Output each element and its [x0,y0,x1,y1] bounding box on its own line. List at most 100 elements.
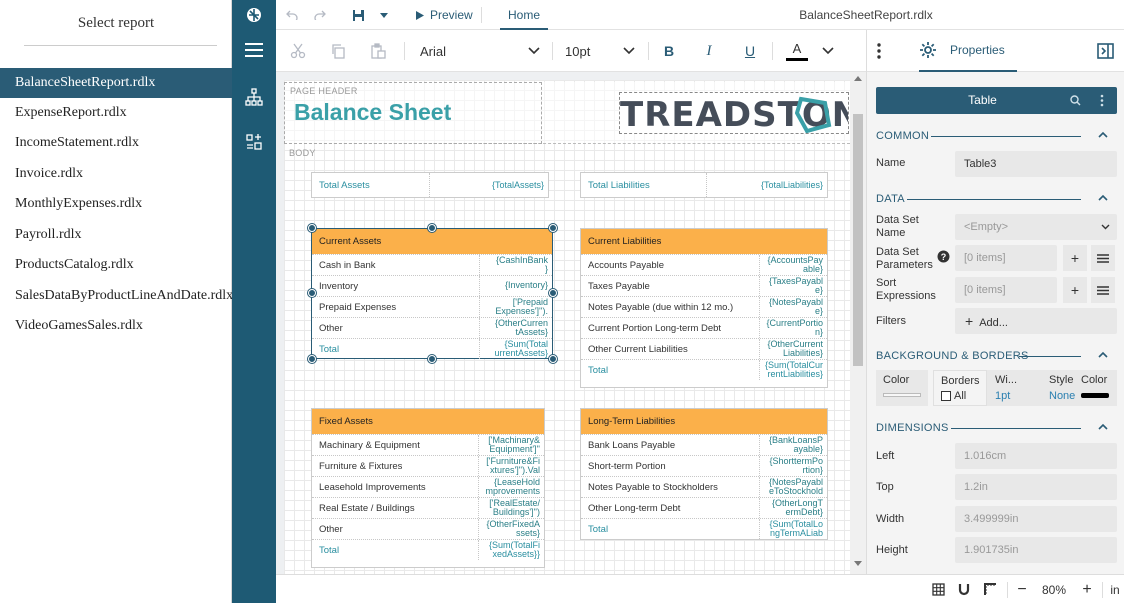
snap-magnet-icon[interactable] [956,575,972,603]
resize-handle[interactable] [308,355,316,363]
table-row[interactable]: Current Portion Long-term Debt {CurrentP… [581,317,827,338]
table-row[interactable]: Taxes Payable {TaxesPayabl e} [581,275,827,296]
font-color-button[interactable]: A [785,30,809,72]
cut-icon[interactable] [288,30,308,72]
report-item-monthlyexpenses[interactable]: MonthlyExpenses.rdlx [0,189,232,219]
table-header-row[interactable]: Long-Term Liabilities [581,409,827,434]
paste-icon[interactable] [368,30,388,72]
chevron-up-icon[interactable] [1098,131,1108,138]
report-item-expense[interactable]: ExpenseReport.rdlx [0,98,232,128]
width-field[interactable]: 3.499999in [955,506,1117,532]
table-row[interactable]: Notes Payable to Stockholders {NotesPaya… [581,476,827,497]
report-item-payroll[interactable]: Payroll.rdlx [0,220,232,250]
scrollbar-thumb[interactable] [853,114,863,366]
left-field[interactable]: 1.016cm [955,443,1117,469]
border-color-swatch[interactable] [1081,393,1109,398]
preview-button[interactable]: Preview [416,0,473,30]
background-color-picker[interactable]: Color [876,370,928,406]
table-row[interactable]: Other {OtherCurren tAssets} [312,317,552,338]
more-options-icon[interactable] [877,30,881,72]
table-header-row[interactable]: Current Liabilities [581,229,827,254]
border-style-value[interactable]: None [1049,390,1075,402]
italic-button[interactable]: I [701,30,717,72]
chevron-up-icon[interactable] [1098,194,1108,201]
page-header-section[interactable]: PAGE HEADER Balance Sheet TREADSTONE [284,82,850,144]
table-row[interactable]: Other Current Liabilities {OtherCurrent … [581,338,827,359]
selected-object-bar[interactable]: Table [876,87,1117,114]
unit-toggle[interactable]: in [1109,575,1121,603]
resize-handle[interactable] [428,224,436,232]
scroll-up-icon[interactable] [854,76,862,81]
table-row[interactable]: Other Long-term Debt {OtherLongT ermDebt… [581,497,827,518]
collapse-panel-icon[interactable] [1097,30,1114,72]
table-row[interactable]: Machinary & Equipment ['Machinary& Equip… [312,434,544,455]
zoom-level[interactable]: 80% [1036,575,1072,603]
table-header-row[interactable]: Fixed Assets [312,409,544,434]
height-field[interactable]: 1.901735in [955,537,1117,563]
sort-expressions-field[interactable]: [0 items] [955,277,1057,303]
report-item-productscatalog[interactable]: ProductsCatalog.rdlx [0,250,232,280]
name-field[interactable]: Table3 [955,151,1117,177]
border-width-value[interactable]: 1pt [995,390,1010,402]
long-term-liabilities-table[interactable]: Long-Term Liabilities Bank Loans Payable… [580,408,828,540]
table-row[interactable]: Real Estate / Buildings ['RealEstate/ Bu… [312,497,544,518]
add-sort-button[interactable]: + [1063,277,1087,303]
borders-selector[interactable]: Borders All [933,370,987,406]
table-row[interactable]: Notes Payable (due within 12 mo.) {Notes… [581,296,827,317]
help-icon[interactable]: ? [937,250,950,263]
components-icon[interactable] [232,125,276,159]
resize-handle[interactable] [308,224,316,232]
grid-toggle-icon[interactable] [930,575,946,603]
table-header-row[interactable]: Current Assets [312,229,552,254]
top-field[interactable]: 1.2in [955,474,1117,500]
table-row[interactable]: Leasehold Improvements {LeaseHold mprove… [312,476,544,497]
resize-handle[interactable] [549,224,557,232]
font-size-select[interactable]: 10pt [565,30,635,72]
ruler-icon[interactable] [982,575,998,603]
dataset-params-field[interactable]: [0 items] [955,245,1057,271]
copy-icon[interactable] [328,30,348,72]
table-row[interactable]: Bank Loans Payable {BankLoansP ayable} [581,434,827,455]
report-item-balancesheet[interactable]: BalanceSheetReport.rdlx [0,68,232,98]
redo-icon[interactable] [310,0,330,30]
report-item-videogames[interactable]: VideoGamesSales.rdlx [0,311,232,341]
table-row[interactable]: Other {OtherFixedA ssets} [312,518,544,539]
logo-image[interactable]: TREADSTONE [619,92,849,134]
canvas-vertical-scrollbar[interactable] [850,72,866,574]
total-assets-table[interactable]: Total Assets {TotalAssets} [311,172,549,198]
save-dropdown-icon[interactable] [376,0,392,30]
resize-handle[interactable] [549,355,557,363]
underline-button[interactable]: U [742,30,758,72]
hamburger-menu-icon[interactable] [232,33,276,67]
report-item-invoice[interactable]: Invoice.rdlx [0,159,232,189]
total-liabilities-table[interactable]: Total Liabilities {TotalLiabilities} [580,172,828,198]
report-item-incomestatement[interactable]: IncomeStatement.rdlx [0,128,232,158]
zoom-out-button[interactable]: − [1014,575,1030,603]
current-liabilities-table[interactable]: Current Liabilities Accounts Payable {Ac… [580,228,828,388]
add-filter-button[interactable]: + Add... [955,308,1117,334]
add-param-button[interactable]: + [1063,245,1087,271]
resize-handle[interactable] [428,355,436,363]
scroll-down-icon[interactable] [854,561,862,566]
object-menu-icon[interactable] [1100,94,1104,107]
table-row[interactable]: Accounts Payable {AccountsPay able} [581,254,827,275]
tab-properties[interactable]: Properties [919,30,1017,72]
table-row[interactable]: Short-term Portion {ShorttermPo rtion} [581,455,827,476]
save-icon[interactable] [348,0,368,30]
fixed-assets-table[interactable]: Fixed Assets Machinary & Equipment ['Mac… [311,408,545,568]
report-item-salesdata[interactable]: SalesDataByProductLineAndDate.rdlx [0,281,233,311]
font-family-select[interactable]: Arial [420,30,540,72]
table-row[interactable]: Furniture & Fixtures ['Furniture&Fi xtur… [312,455,544,476]
table-row[interactable]: Prepaid Expenses ['Prepaid Expenses']'')… [312,296,552,317]
tab-home[interactable]: Home [500,0,548,30]
table-row[interactable]: Cash in Bank {CashInBank } [312,254,552,275]
zoom-in-button[interactable]: + [1079,575,1095,603]
font-color-dropdown[interactable] [821,30,835,72]
undo-icon[interactable] [282,0,302,30]
chevron-up-icon[interactable] [1098,423,1108,430]
table-total-row[interactable]: Total {Sum(TotalCur rentLiabilities} [581,359,827,380]
page-header-textbox[interactable]: PAGE HEADER Balance Sheet [284,82,542,144]
table-total-row[interactable]: Total {Sum(TotalFi xedAssets}} [312,539,544,560]
bold-button[interactable]: B [661,30,677,72]
list-sort-icon[interactable] [1091,277,1115,303]
